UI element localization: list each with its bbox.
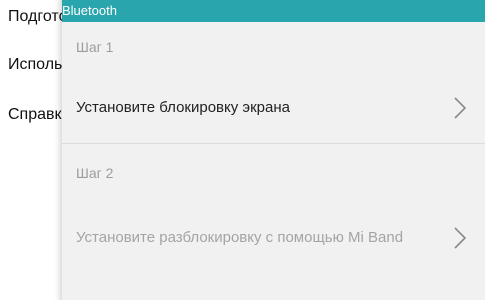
set-screen-lock-row[interactable]: Установите блокировку экрана (62, 72, 485, 144)
set-screen-lock-label: Установите блокировку экрана (76, 99, 290, 116)
sheet-header: Bluetooth (62, 0, 485, 22)
chevron-right-icon (453, 226, 467, 250)
mi-band-unlock-label: Установите разблокировку с помощью Mi Ba… (76, 228, 404, 246)
header-title: Bluetooth (62, 3, 117, 18)
step-1-label: Шаг 1 (76, 39, 114, 55)
steps-sheet: Bluetooth Шаг 1 Установите блокировку эк… (62, 0, 485, 300)
page: Подготовка Использование Справка Bluetoo… (0, 0, 485, 300)
chevron-right-icon (453, 96, 467, 120)
step-2-label: Шаг 2 (76, 165, 114, 181)
mi-band-unlock-row[interactable]: Установите разблокировку с помощью Mi Ba… (62, 198, 485, 278)
